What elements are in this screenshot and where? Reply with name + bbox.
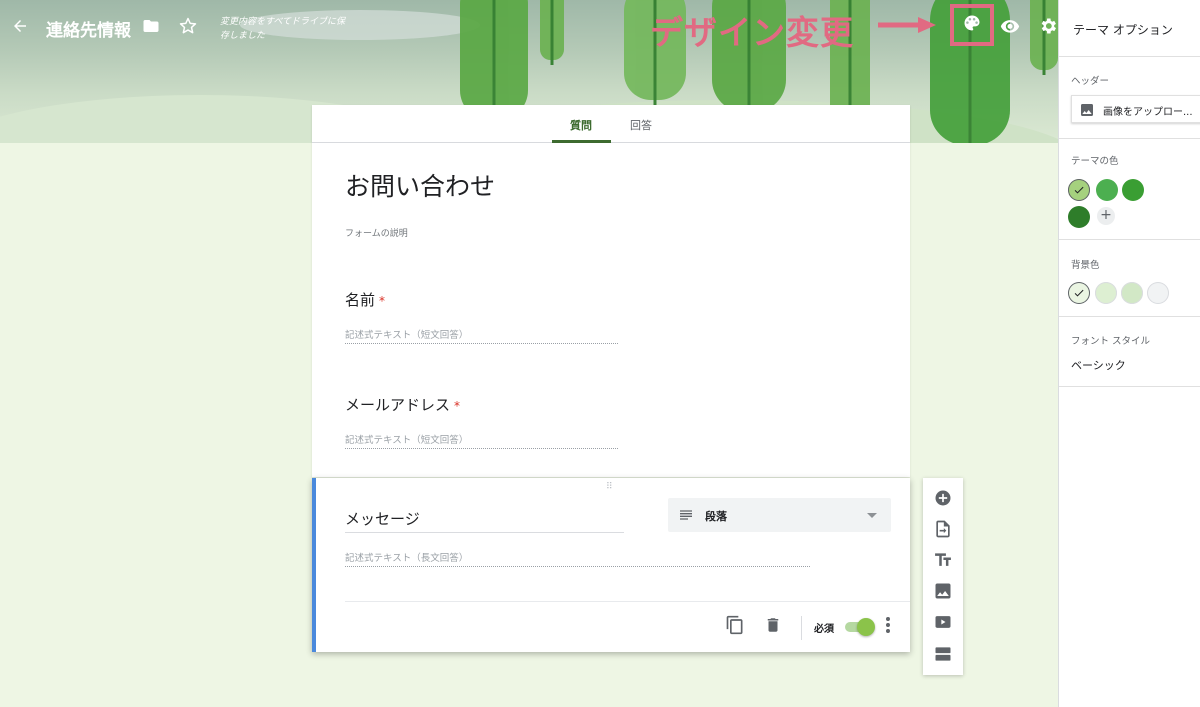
form-title[interactable]: お問い合わせ xyxy=(345,167,495,203)
annotation-text: デザイン変更 xyxy=(650,13,854,52)
form-tabs: 質問 回答 xyxy=(312,105,910,143)
short-answer-hint: 記述式テキスト（短文回答） xyxy=(345,432,618,449)
theme-options-panel: テーマ オプション ヘッダー 画像をアップロー... テーマの色 背景色 フォン… xyxy=(1058,0,1200,707)
palette-button[interactable] xyxy=(950,4,994,46)
font-style-select[interactable]: ベーシック xyxy=(1071,357,1126,373)
add-question-icon[interactable] xyxy=(931,486,955,510)
paragraph-icon xyxy=(678,507,694,523)
add-color-button[interactable]: + xyxy=(1097,207,1115,225)
background-color-label: 背景色 xyxy=(1071,260,1100,271)
required-toggle[interactable] xyxy=(843,618,875,636)
panel-divider xyxy=(1059,386,1200,387)
theme-color-swatch[interactable] xyxy=(1068,179,1090,201)
add-image-icon[interactable] xyxy=(931,579,955,603)
question-label[interactable]: 名前 * xyxy=(345,289,385,310)
arrow-back-icon[interactable] xyxy=(8,14,32,38)
theme-color-swatch[interactable] xyxy=(1122,179,1144,201)
save-status: 変更内容をすべてドライブに保存しました xyxy=(220,17,346,41)
panel-divider xyxy=(1059,56,1200,57)
header-section-label: ヘッダー xyxy=(1071,76,1110,87)
toolbar-separator xyxy=(801,616,802,640)
form-card: お問い合わせ フォームの説明 名前 * 記述式テキスト（短文回答） メールアドレス… xyxy=(312,143,910,477)
tab-responses[interactable]: 回答 xyxy=(630,117,652,133)
floating-toolbar xyxy=(923,478,963,675)
toggle-knob xyxy=(857,618,875,636)
folder-icon[interactable] xyxy=(140,14,162,38)
question-title-input[interactable]: メッセージ xyxy=(345,508,624,533)
top-bar: 連絡先情報 変更内容をすべてドライブに保存しました デザイン変更 xyxy=(0,0,1058,56)
check-icon xyxy=(1074,289,1084,297)
theme-color-swatch[interactable] xyxy=(1096,179,1118,201)
star-icon[interactable] xyxy=(176,14,200,38)
image-icon xyxy=(1079,102,1095,118)
panel-divider xyxy=(1059,239,1200,240)
short-answer-hint: 記述式テキスト（短文回答） xyxy=(345,327,618,344)
question-label[interactable]: メールアドレス * xyxy=(345,394,460,415)
footer-divider xyxy=(345,601,910,602)
eye-icon[interactable] xyxy=(998,14,1022,38)
more-vert-icon[interactable] xyxy=(882,614,894,636)
add-section-icon[interactable] xyxy=(931,642,955,666)
tab-questions[interactable]: 質問 xyxy=(570,117,592,133)
required-mark: * xyxy=(454,399,461,413)
font-style-label: フォント スタイル xyxy=(1071,336,1151,347)
background-color-swatch[interactable] xyxy=(1121,282,1143,304)
duplicate-icon[interactable] xyxy=(724,614,746,636)
form-doc-title[interactable]: 連絡先情報 xyxy=(46,16,131,41)
required-mark: * xyxy=(379,294,386,308)
add-video-icon[interactable] xyxy=(931,610,955,634)
panel-title: テーマ オプション xyxy=(1073,23,1173,37)
background-color-swatch[interactable] xyxy=(1095,282,1117,304)
trash-icon[interactable] xyxy=(762,614,784,636)
theme-color-label: テーマの色 xyxy=(1071,156,1119,167)
form-description[interactable]: フォームの説明 xyxy=(345,226,408,239)
upload-image-label: 画像をアップロー... xyxy=(1103,107,1193,118)
gear-icon[interactable] xyxy=(1036,14,1060,38)
question-type-label: 段落 xyxy=(705,510,727,523)
check-icon xyxy=(1074,186,1084,194)
active-question-card[interactable]: ⠿ メッセージ 段落 記述式テキスト（長文回答） 必須 xyxy=(312,478,910,652)
question-type-select[interactable]: 段落 xyxy=(668,498,891,532)
long-answer-hint: 記述式テキスト（長文回答） xyxy=(345,550,810,567)
palette-icon xyxy=(962,13,982,37)
panel-divider xyxy=(1059,316,1200,317)
theme-color-swatch[interactable] xyxy=(1068,206,1090,228)
upload-image-button[interactable]: 画像をアップロー... xyxy=(1071,95,1200,123)
add-title-icon[interactable] xyxy=(931,548,955,572)
background-color-swatch[interactable] xyxy=(1068,282,1090,304)
chevron-down-icon xyxy=(867,513,877,518)
annotation-arrow-icon xyxy=(878,15,938,35)
panel-divider xyxy=(1059,138,1200,139)
background-color-swatch[interactable] xyxy=(1147,282,1169,304)
required-label: 必須 xyxy=(814,624,834,635)
import-questions-icon[interactable] xyxy=(931,517,955,541)
drag-handle-icon[interactable]: ⠿ xyxy=(606,482,614,492)
